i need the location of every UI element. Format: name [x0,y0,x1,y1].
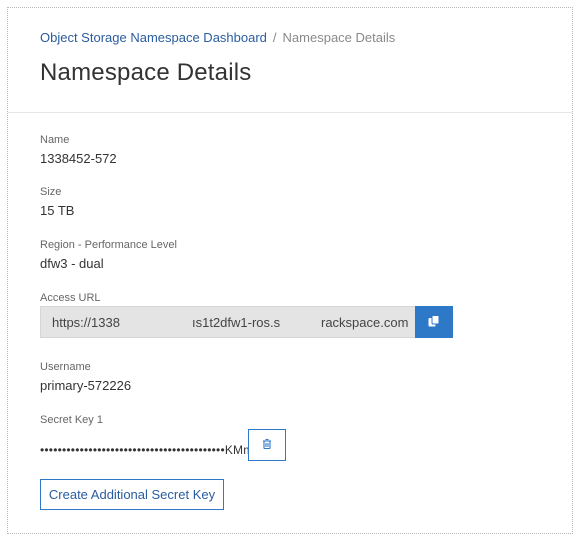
copy-icon [427,314,441,331]
region-label: Region - Performance Level [40,239,177,251]
name-value: 1338452-572 [40,151,117,166]
access-url-segment-2: ıs1t2dfw1-ros.s [192,315,281,330]
copy-url-button[interactable] [415,306,453,338]
namespace-details-panel: Object Storage Namespace Dashboard / Names… [7,7,573,534]
trash-icon [261,438,273,453]
access-url-segment-3: rackspace.com [321,315,409,330]
access-url-label: Access URL [40,292,101,304]
header-divider [8,112,572,113]
secret-key-value: ••••••••••••••••••••••••••••••••••••••••… [40,443,263,457]
breadcrumb-separator: / [272,30,277,45]
breadcrumb-current: Namespace Details [282,30,396,45]
delete-secret-key-button[interactable] [248,429,286,461]
access-url-field[interactable]: https://1338 ıs1t2dfw1-ros.s rackspace.c… [40,306,416,338]
name-label: Name [40,134,70,146]
breadcrumb-dashboard-link[interactable]: Object Storage Namespace Dashboard [40,30,267,45]
username-label: Username [40,361,91,373]
size-label: Size [40,186,62,198]
page-header: Object Storage Namespace Dashboard / Names… [8,8,572,112]
page-title: Namespace Details [40,59,252,86]
access-url-segment-1: https://1338 [52,315,120,330]
size-value: 15 TB [40,203,75,218]
create-additional-secret-key-button[interactable]: Create Additional Secret Key [40,479,224,510]
username-value: primary-572226 [40,378,132,393]
region-value: dfw3 - dual [40,256,104,271]
secret-key-label: Secret Key 1 [40,414,103,426]
breadcrumb: Object Storage Namespace Dashboard / Names… [40,30,395,45]
